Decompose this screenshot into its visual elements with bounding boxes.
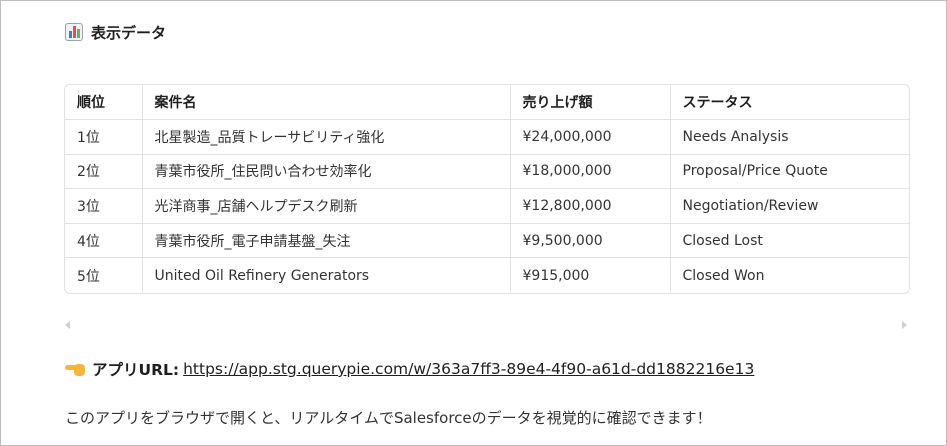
cell-sales-amount: ¥915,000: [510, 257, 671, 293]
section-heading-text: 表示データ: [91, 23, 167, 42]
column-header-rank: 順位: [65, 85, 143, 121]
section-heading: 表示データ: [65, 21, 166, 43]
cell-rank: 3位: [65, 188, 143, 224]
column-header-status: ステータス: [670, 85, 909, 121]
scroll-right-arrow-icon[interactable]: [902, 321, 907, 329]
cell-sales-amount: ¥12,800,000: [510, 188, 671, 224]
data-table: 順位 案件名 売り上げ額 ステータス 1位 北星製造_品質トレーサビリティ強化 …: [65, 85, 909, 293]
pointing-hand-icon: [65, 361, 85, 377]
table-row: 5位 United Oil Refinery Generators ¥915,0…: [65, 257, 909, 293]
column-header-deal-name: 案件名: [142, 85, 511, 121]
cell-deal-name: United Oil Refinery Generators: [142, 257, 511, 293]
cell-deal-name: 北星製造_品質トレーサビリティ強化: [142, 119, 511, 155]
table-row: 1位 北星製造_品質トレーサビリティ強化 ¥24,000,000 Needs A…: [65, 119, 909, 155]
cell-sales-amount: ¥18,000,000: [510, 154, 671, 190]
cell-status: Negotiation/Review: [670, 188, 909, 224]
app-url-label: アプリURL:: [92, 361, 180, 379]
cell-rank: 4位: [65, 223, 143, 259]
table-row: 4位 青葉市役所_電子申請基盤_失注 ¥9,500,000 Closed Los…: [65, 223, 909, 259]
app-url-link[interactable]: https://app.stg.querypie.com/w/363a7ff3-…: [183, 360, 754, 378]
cell-rank: 5位: [65, 257, 143, 293]
message-panel: 表示データ 順位 案件名 売り上げ額 ステータス 1位 北星製造_品質トレーサビ…: [0, 0, 947, 446]
scroll-left-arrow-icon[interactable]: [65, 321, 70, 329]
cell-sales-amount: ¥9,500,000: [510, 223, 671, 259]
cell-deal-name: 青葉市役所_住民問い合わせ効率化: [142, 154, 511, 190]
column-header-sales-amount: 売り上げ額: [510, 85, 671, 121]
data-table-container: 順位 案件名 売り上げ額 ステータス 1位 北星製造_品質トレーサビリティ強化 …: [64, 84, 910, 294]
cell-deal-name: 光洋商事_店舗ヘルプデスク刷新: [142, 188, 511, 224]
table-header-row: 順位 案件名 売り上げ額 ステータス: [65, 85, 909, 121]
bar-chart-icon: [65, 23, 83, 41]
cell-deal-name: 青葉市役所_電子申請基盤_失注: [142, 223, 511, 259]
cell-rank: 2位: [65, 154, 143, 190]
cell-status: Closed Won: [682, 267, 765, 284]
cell-status: Closed Lost: [670, 223, 909, 259]
table-row: 2位 青葉市役所_住民問い合わせ効率化 ¥18,000,000 Proposal…: [65, 154, 909, 190]
table-row: 3位 光洋商事_店舗ヘルプデスク刷新 ¥12,800,000 Negotiati…: [65, 188, 909, 224]
cell-status: Needs Analysis: [670, 119, 909, 155]
footer-message: このアプリをブラウザで開くと、リアルタイムでSalesforceのデータを視覚的…: [65, 409, 712, 427]
app-url-line: アプリURL: https://app.stg.querypie.com/w/3…: [65, 358, 754, 380]
cell-sales-amount: ¥24,000,000: [510, 119, 671, 155]
cell-rank: 1位: [65, 119, 143, 155]
cell-status: Proposal/Price Quote: [670, 154, 909, 190]
